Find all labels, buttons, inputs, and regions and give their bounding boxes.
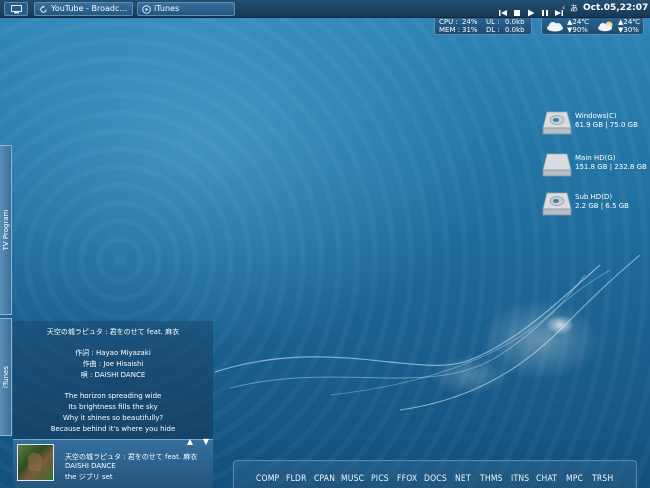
taskbar-window-label: iTunes xyxy=(154,4,180,13)
dock-item-mpc[interactable]: MPC xyxy=(566,474,583,484)
scroll-up-icon[interactable]: ▲ xyxy=(184,438,196,446)
pause-icon[interactable] xyxy=(540,3,550,16)
mem-label: MEM : xyxy=(439,25,461,34)
drive-windows-c[interactable]: Windows(C) 61.9 GB | 75.0 GB xyxy=(540,108,650,138)
hard-drive-icon xyxy=(542,153,572,177)
taskbar-window-youtube[interactable]: YouTube - Broadc... xyxy=(34,2,133,16)
scroll-down-icon[interactable]: ▼ xyxy=(200,438,212,446)
taskbar-window-label: YouTube - Broadc... xyxy=(51,4,128,13)
dock-item-pics[interactable]: PICS xyxy=(371,474,389,484)
dock-item-chat[interactable]: CHAT xyxy=(536,474,557,484)
now-playing-album: the ジブリ set xyxy=(65,473,113,481)
taskbar-window-itunes[interactable]: iTunes xyxy=(137,2,235,16)
drive-name: Windows(C) xyxy=(575,112,617,120)
drive-name: Main HD(G) xyxy=(575,154,616,162)
lyrics-credit-vocal: 唄 : DAISHI DANCE xyxy=(80,371,146,379)
weather-tomorrow-humidity: ▼30% xyxy=(618,25,639,34)
dock-item-trsh[interactable]: TRSH xyxy=(592,474,613,484)
drive-sub-hd-d[interactable]: Sub HD(D) 2.2 GB | 6.5 GB xyxy=(540,189,650,219)
lyrics-title: 天空の城ラピュタ : 君をのせて feat. 麻衣 xyxy=(46,328,180,336)
system-monitor-widget: CPU : MEM : 24% 31% UL : DL : 0.0kb 0.0k… xyxy=(434,18,532,35)
dl-label: DL : xyxy=(486,25,500,34)
previous-track-icon[interactable] xyxy=(498,3,508,16)
weather-today-humidity: ▼90% xyxy=(567,25,588,34)
dock-item-comp[interactable]: COMP xyxy=(256,474,279,484)
dl-value: 0.0kb xyxy=(505,25,525,34)
mem-value: 31% xyxy=(462,25,478,34)
taskbar-clock: Oct.05,22:07 xyxy=(583,3,649,13)
drive-size: 151.8 GB | 232.8 GB xyxy=(575,163,647,171)
album-art xyxy=(17,444,54,481)
media-controls xyxy=(498,3,564,17)
play-icon[interactable] xyxy=(526,3,536,17)
dock-item-docs[interactable]: DOCS xyxy=(424,474,447,484)
dock-item-fldr[interactable]: FLDR xyxy=(286,474,307,484)
monitor-icon xyxy=(11,5,22,14)
taskbar: YouTube - Broadc... iTunes ‹ あ Oct.05,22… xyxy=(0,0,650,18)
dock-item-net[interactable]: NET xyxy=(455,474,471,484)
now-playing-artist: DAISHI DANCE xyxy=(65,462,116,470)
side-tab-itunes[interactable]: iTunes xyxy=(0,318,12,436)
hard-drive-icon xyxy=(542,111,572,135)
drive-size: 2.2 GB | 6.5 GB xyxy=(575,202,629,210)
lyrics-credit-lyrics: 作詞 : Hayao Miyazaki xyxy=(75,349,151,357)
drive-name: Sub HD(D) xyxy=(575,193,613,201)
launcher-dock: COMP FLDR CPAN MUSC PICS FFOX DOCS NET T… xyxy=(233,460,637,488)
dock-item-ffox[interactable]: FFOX xyxy=(397,474,417,484)
dock-item-itns[interactable]: ITNS xyxy=(511,474,529,484)
drive-size: 61.9 GB | 75.0 GB xyxy=(575,121,638,129)
side-tab-label: TV Program xyxy=(2,209,10,251)
refresh-icon xyxy=(40,5,47,13)
weather-widget: ▲24℃ ▼90% ▲24℃ ▼30% xyxy=(541,18,644,35)
tray-expand-arrow-icon[interactable]: ‹ xyxy=(562,3,565,12)
lyrics-line: Why it shines so beautifully? xyxy=(62,414,164,422)
dock-item-thms[interactable]: THMS xyxy=(480,474,503,484)
now-playing-title: 天空の城ラピュタ : 君をのせて feat. 麻衣 xyxy=(65,453,198,461)
lyrics-line: Because behind it's where you hide xyxy=(50,425,176,433)
lyrics-credit-music: 作曲 : Joe Hisaishi xyxy=(82,360,144,368)
lyrics-line: The horizon spreading wide xyxy=(64,392,162,400)
lyrics-panel: 天空の城ラピュタ : 君をのせて feat. 麻衣 作詞 : Hayao Miy… xyxy=(13,321,213,439)
hard-drive-icon xyxy=(542,192,572,216)
drive-main-hd-g[interactable]: Main HD(G) 151.8 GB | 232.8 GB xyxy=(540,150,650,180)
side-tab-label: iTunes xyxy=(2,366,10,388)
partly-cloudy-icon xyxy=(598,21,613,32)
lyrics-line: Its brightness fills the sky xyxy=(68,403,158,411)
stop-icon[interactable] xyxy=(512,3,522,16)
side-tab-tv-program[interactable]: TV Program xyxy=(0,145,12,315)
ime-language-indicator[interactable]: あ xyxy=(570,3,578,14)
cloud-icon xyxy=(547,22,563,32)
play-circle-icon xyxy=(142,5,151,14)
dock-item-musc[interactable]: MUSC xyxy=(341,474,364,484)
dock-item-cpan[interactable]: CPAN xyxy=(314,474,335,484)
now-playing-panel: ▲ ▼ 天空の城ラピュタ : 君をのせて feat. 麻衣 DAISHI DAN… xyxy=(13,438,213,488)
start-button[interactable] xyxy=(4,2,28,16)
